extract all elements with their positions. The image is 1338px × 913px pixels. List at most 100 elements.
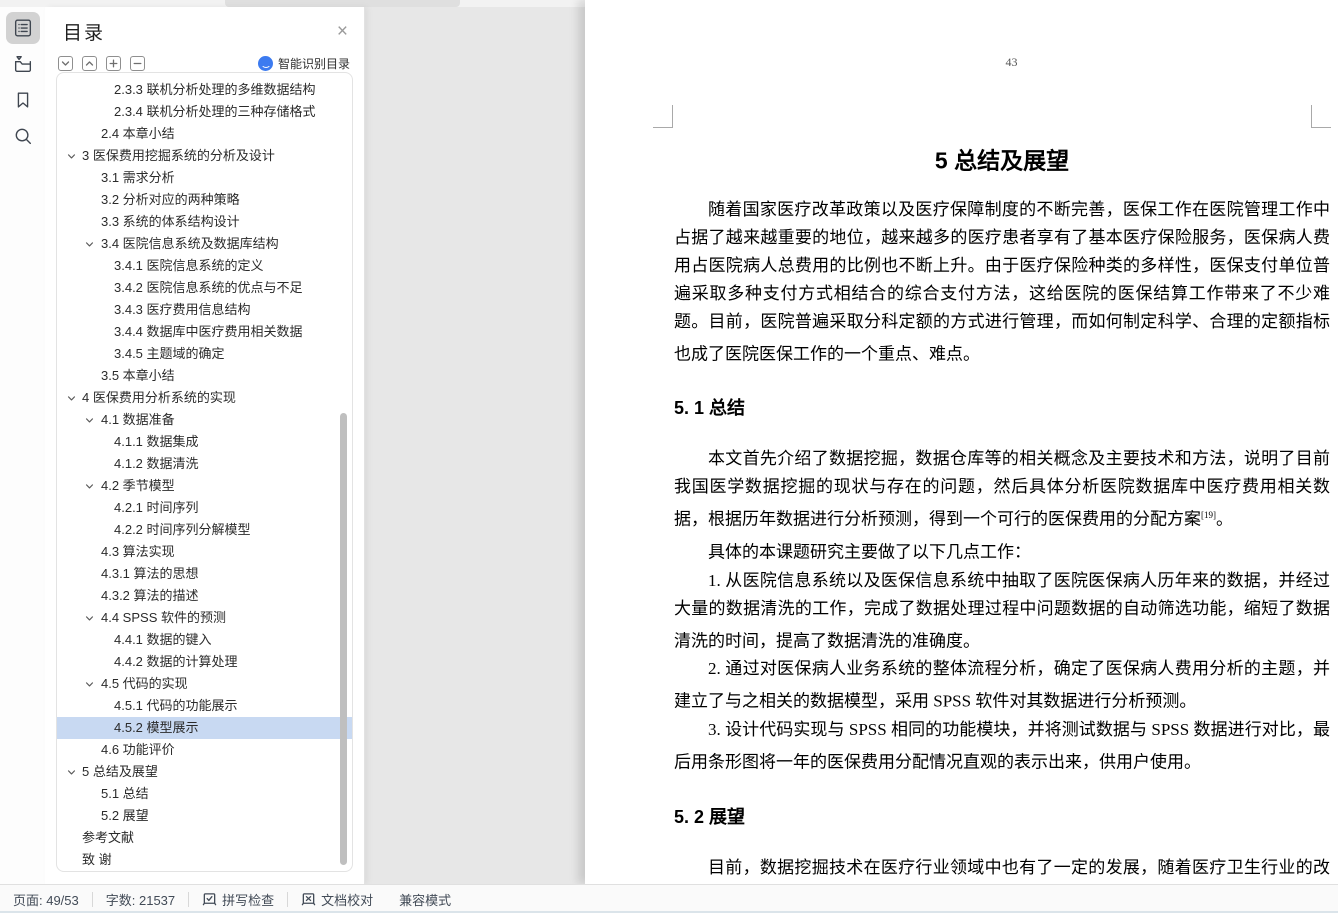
toc-item-label: 3.5 本章小结 [101,368,175,383]
toc-item-label: 4.2.2 时间序列分解模型 [114,522,251,537]
toc-item-label: 4.6 功能评价 [101,742,175,757]
toc-item[interactable]: 4.2 季节模型 [57,475,352,497]
compat-mode-label: 兼容模式 [399,892,452,908]
chevron-down-icon[interactable] [67,394,76,403]
toc-item[interactable]: 4 医保费用分析系统的实现 [57,387,352,409]
toc-item[interactable]: 3.1 需求分析 [57,167,352,189]
document-body[interactable]: 5 总结及展望 随着国家医疗改革政策以及医疗保障制度的不断完善，医保工作在医院管理… [674,69,1330,884]
toc-item-label: 4.1.1 数据集成 [114,434,199,449]
left-icon-rail [0,7,45,884]
chevron-down-icon[interactable] [85,240,94,249]
doc-block: 本文首先介绍了数据挖掘，数据仓库等的相关概念及主要技术和方法，说明了目前我国医学… [674,445,1330,534]
toc-item[interactable]: 3.2 分析对应的两种策略 [57,189,352,211]
toc-item[interactable]: 4.4.2 数据的计算处理 [57,651,352,673]
search-pane-button[interactable] [6,120,40,152]
toc-item[interactable]: 4.1.1 数据集成 [57,431,352,453]
toc-item-label: 3 医保费用挖掘系统的分析及设计 [82,148,275,163]
bookmark-icon [17,92,28,108]
toc-item[interactable]: 4.1.2 数据清洗 [57,453,352,475]
doc-block: 5. 1 总结 [674,392,1330,421]
toc-item[interactable]: 2.3.3 联机分析处理的多维数据结构 [57,79,352,101]
toc-item[interactable]: 4.3.2 算法的描述 [57,585,352,607]
toc-item-label: 4.1.2 数据清洗 [114,456,199,471]
toc-item[interactable]: 3.4.2 医院信息系统的优点与不足 [57,277,352,299]
doc-block: 目前，数据挖掘技术在医疗行业领域中也有了一定的发展，随着医疗卫生行业的改革，数据… [674,854,1330,884]
chevron-up-icon [85,61,94,66]
toc-item[interactable]: 参考文献 [57,827,352,849]
page-indicator-label: 页面: 49/53 [13,892,79,908]
collapse-all-button[interactable] [58,56,73,71]
chevron-down-icon[interactable] [85,614,94,623]
toc-list: 2.3.3 联机分析处理的多维数据结构 2.3.4 联机分析处理的三种存储格式 … [56,72,353,872]
toc-item[interactable]: 4.3.1 算法的思想 [57,563,352,585]
toc-item-label: 4.3.1 算法的思想 [101,566,199,581]
toc-item[interactable]: 2.3.4 联机分析处理的三种存储格式 [57,101,352,123]
toc-item[interactable]: 5.1 总结 [57,783,352,805]
toc-item[interactable]: 4.2.2 时间序列分解模型 [57,519,352,541]
chevron-down-icon[interactable] [85,416,94,425]
toc-item-label: 参考文献 [82,830,135,845]
toc-item[interactable]: 3.4.1 医院信息系统的定义 [57,255,352,277]
toc-item[interactable]: 2.4 本章小结 [57,123,352,145]
toc-item[interactable]: 4.1 数据准备 [57,409,352,431]
chapter-navigator-icon [14,55,31,73]
expand-all-button[interactable] [82,56,97,71]
doc-block-text: 3. 设计代码实现与 SPSS 相同的功能模块，并将测试数据与 SPSS 数据进… [674,719,1330,772]
toc-item-label: 3.4.3 医疗费用信息结构 [114,302,251,317]
toc-panel-header: 目录 × [45,7,364,45]
toc-item[interactable]: 3.4.5 主题域的确定 [57,343,352,365]
doc-proofread-icon [301,892,316,905]
status-bar: 页面: 49/53 字数: 21537 拼写检查 文档校对 兼容模式 [0,884,1338,913]
page-number: 43 [1005,55,1018,69]
toc-item[interactable]: 3.5 本章小结 [57,365,352,387]
toc-item[interactable]: 3.4.4 数据库中医疗费用相关数据 [57,321,352,343]
document-page[interactable]: 43 5 总结及展望 随着国家医疗改革政策以及医疗保障制度的不断完善，医保工作在医… [585,0,1338,884]
bookmark-pane-button[interactable] [6,84,40,116]
doc-block-text: 随着国家医疗改革政策以及医疗保障制度的不断完善，医保工作在医院管理工作中占据了越… [674,199,1330,364]
toc-item-label: 4.5 代码的实现 [101,676,188,691]
close-icon[interactable]: × [337,22,348,41]
toc-item-label: 4.3 算法实现 [101,544,175,559]
toc-item[interactable]: 3.3 系统的体系结构设计 [57,211,352,233]
smart-recognize-toc-button[interactable]: 智能识别目录 [257,55,350,72]
toc-item-label: 3.2 分析对应的两种策略 [101,192,240,207]
chevron-down-icon[interactable] [67,152,76,161]
doc-proofread-button[interactable]: 文档校对 [288,885,386,913]
toc-item-label: 4.1 数据准备 [101,412,175,427]
toc-item-label: 4.5.2 模型展示 [114,720,199,735]
toc-item[interactable]: 3.4.3 医疗费用信息结构 [57,299,352,321]
toc-item-label: 4.4 SPSS 软件的预测 [101,610,226,625]
toc-item[interactable]: 4.4 SPSS 软件的预测 [57,607,352,629]
toc-item[interactable]: 4.3 算法实现 [57,541,352,563]
chevron-down-icon[interactable] [85,482,94,491]
toc-item[interactable]: 5.2 展望 [57,805,352,827]
chevron-down-icon[interactable] [67,768,76,777]
toc-pane-button[interactable] [5,12,40,44]
toc-item[interactable]: 4.6 功能评价 [57,739,352,761]
toc-item[interactable]: 5 总结及展望 [57,761,352,783]
toc-item-label: 致 谢 [82,852,112,867]
spell-check-button[interactable]: 拼写检查 [189,885,287,913]
toc-panel-title: 目录 [63,23,106,44]
expand-node-button[interactable] [106,56,121,71]
toc-item[interactable]: 4.2.1 时间序列 [57,497,352,519]
toc-item[interactable]: 4.5 代码的实现 [57,673,352,695]
chevron-down-icon[interactable] [85,680,94,689]
toc-item-label: 4 医保费用分析系统的实现 [82,390,236,405]
compat-mode-button[interactable]: 兼容模式 [386,885,464,913]
toc-item[interactable]: 致 谢 [57,849,352,871]
toc-scrollbar-thumb[interactable] [340,413,347,865]
toc-item[interactable]: 4.4.1 数据的键入 [57,629,352,651]
toc-item[interactable]: 3 医保费用挖掘系统的分析及设计 [57,145,352,167]
chapter-pane-button[interactable] [6,48,40,80]
toc-item[interactable]: 3.4 医院信息系统及数据库结构 [57,233,352,255]
toc-item-label: 4.5.1 代码的功能展示 [114,698,238,713]
toc-item-label: 2.3.4 联机分析处理的三种存储格式 [114,104,316,119]
smart-recognize-toc-label: 智能识别目录 [277,57,350,71]
toc-item[interactable]: 4.5.1 代码的功能展示 [57,695,352,717]
toc-item[interactable]: 4.5.2 模型展示 [57,717,352,739]
search-icon [15,128,31,145]
doc-block-text: 5. 1 总结 [674,398,746,419]
collapse-node-button[interactable] [130,56,145,71]
doc-block-text: 2. 通过对医保病人业务系统的整体流程分析，确定了医保病人费用分析的主题，并建立… [674,659,1330,711]
